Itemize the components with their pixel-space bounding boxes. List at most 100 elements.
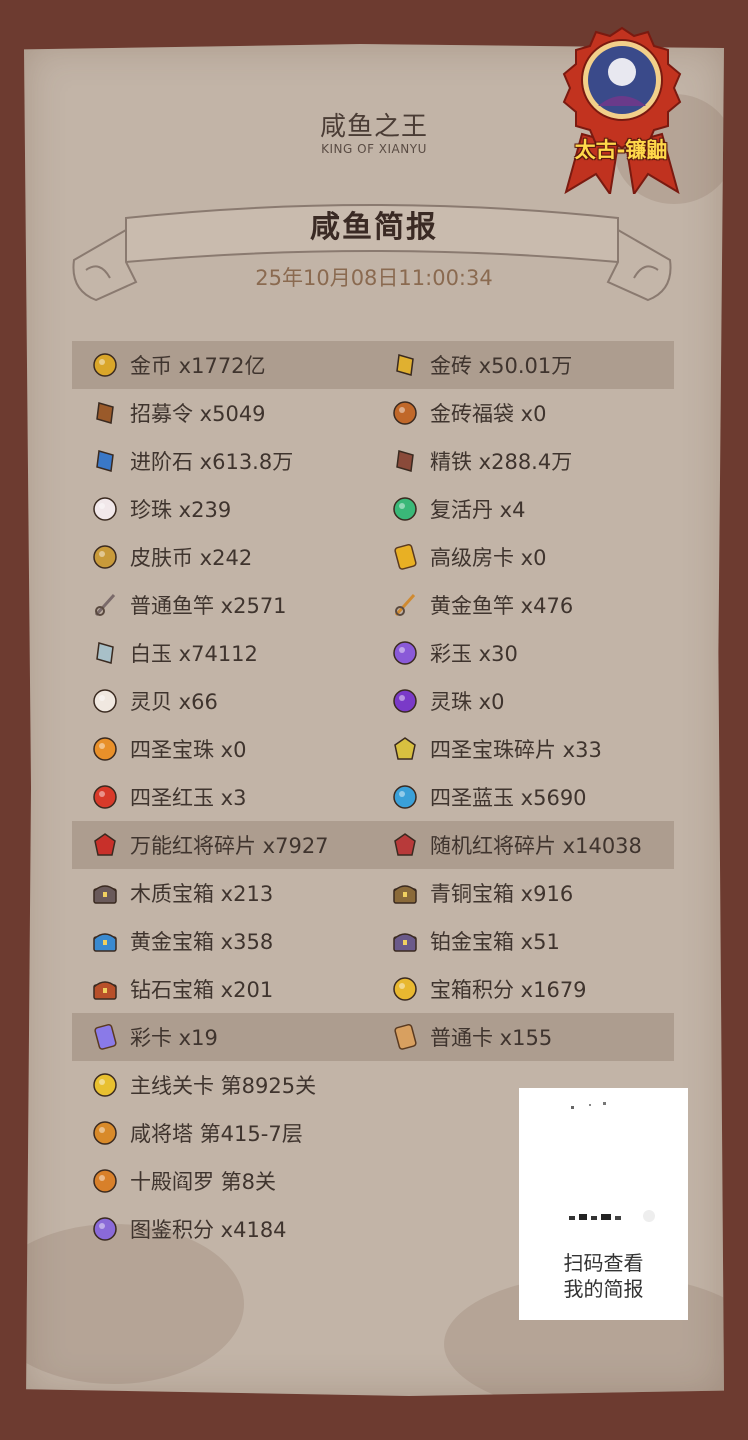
qr-code-panel[interactable]: 扫码查看 我的简报 [519, 1088, 688, 1320]
qr-caption-line1: 扫码查看 [563, 1251, 644, 1275]
qr-caption-line2: 我的简报 [563, 1277, 644, 1301]
list-row: 四圣宝珠 x0 四圣宝珠碎片 x33 [72, 725, 674, 773]
gold-brick-icon [390, 350, 420, 380]
resource-item: 钻石宝箱 x201 [90, 965, 273, 1013]
list-row: 万能红将碎片 x7927 随机红将碎片 x14038 [72, 821, 674, 869]
resource-label: 普通鱼竿 x2571 [130, 594, 287, 618]
gold-bag-icon [390, 398, 420, 428]
list-row: 白玉 x74112 彩玉 x30 [72, 629, 674, 677]
resource-item: 高级房卡 x0 [390, 533, 546, 581]
resource-label: 黄金鱼竿 x476 [430, 594, 574, 618]
resource-label: 普通卡 x155 [430, 1026, 553, 1050]
resource-label: 黄金宝箱 x358 [130, 930, 274, 954]
spirit-shell-icon [90, 686, 120, 716]
resource-item: 图鉴积分 x4184 [90, 1205, 287, 1253]
list-row: 四圣红玉 x3 四圣蓝玉 x5690 [72, 773, 674, 821]
resource-label: 图鉴积分 x4184 [130, 1218, 287, 1242]
list-row: 金币 x1772亿 金砖 x50.01万 [72, 341, 674, 389]
report-title: 咸鱼简报 [310, 210, 438, 245]
gold-coin-icon [90, 350, 120, 380]
list-row: 钻石宝箱 x201 宝箱积分 x1679 [72, 965, 674, 1013]
resource-label: 彩玉 x30 [430, 642, 518, 666]
blue-jade-icon [390, 782, 420, 812]
resource-label: 四圣蓝玉 x5690 [430, 786, 587, 810]
resource-label: 高级房卡 x0 [430, 546, 547, 570]
random-shard-icon [390, 830, 420, 860]
report-datetime: 25年10月08日11:00:34 [255, 266, 493, 290]
resource-item: 精铁 x288.4万 [390, 437, 572, 485]
resource-item: 白玉 x74112 [90, 629, 258, 677]
revive-pill-icon [390, 494, 420, 524]
color-card-icon [90, 1022, 120, 1052]
orb-shard-icon [390, 734, 420, 764]
resource-item: 进阶石 x613.8万 [90, 437, 293, 485]
resource-item: 皮肤币 x242 [90, 533, 252, 581]
resource-label: 灵珠 x0 [430, 690, 505, 714]
resource-item: 四圣蓝玉 x5690 [390, 773, 587, 821]
list-row: 灵贝 x66 灵珠 x0 [72, 677, 674, 725]
resource-label: 钻石宝箱 x201 [130, 978, 274, 1002]
holy-orb-icon [90, 734, 120, 764]
resource-label: 进阶石 x613.8万 [130, 450, 294, 474]
resource-label: 铂金宝箱 x51 [430, 930, 560, 954]
list-row: 珍珠 x239 复活丹 x4 [72, 485, 674, 533]
resource-label: 白玉 x74112 [130, 642, 258, 666]
pearl-icon [90, 494, 120, 524]
resource-item: 随机红将碎片 x14038 [390, 821, 642, 869]
resource-label: 随机红将碎片 x14038 [430, 834, 642, 858]
resource-item: 宝箱积分 x1679 [390, 965, 587, 1013]
room-card-icon [390, 542, 420, 572]
resource-label: 彩卡 x19 [130, 1026, 218, 1050]
diamond-chest-icon [90, 974, 120, 1004]
resource-label: 宝箱积分 x1679 [430, 978, 587, 1002]
main-stage-icon [90, 1070, 120, 1100]
resource-item: 木质宝箱 x213 [90, 869, 273, 917]
server-name-label: 太古-镰鼬 [574, 138, 668, 162]
list-row: 普通鱼竿 x2571 黄金鱼竿 x476 [72, 581, 674, 629]
yama-icon [90, 1166, 120, 1196]
list-row: 黄金宝箱 x358 铂金宝箱 x51 [72, 917, 674, 965]
refined-iron-icon [390, 446, 420, 476]
resource-item: 主线关卡 第8925关 [90, 1061, 316, 1109]
resource-item: 彩玉 x30 [390, 629, 518, 677]
white-jade-icon [90, 638, 120, 668]
resource-label: 金币 x1772亿 [130, 354, 266, 378]
resource-label: 四圣宝珠 x0 [130, 738, 247, 762]
resource-label: 复活丹 x4 [430, 498, 526, 522]
resource-item: 铂金宝箱 x51 [390, 917, 560, 965]
chest-points-icon [390, 974, 420, 1004]
bronze-chest-icon [390, 878, 420, 908]
wood-chest-icon [90, 878, 120, 908]
recruit-token-icon [90, 398, 120, 428]
tower-icon [90, 1118, 120, 1148]
list-row: 彩卡 x19 普通卡 x155 [72, 1013, 674, 1061]
resource-item: 普通卡 x155 [390, 1013, 552, 1061]
resource-label: 金砖福袋 x0 [430, 402, 547, 426]
resource-label: 十殿阎罗 第8关 [130, 1170, 277, 1194]
resource-label: 招募令 x5049 [130, 402, 266, 426]
resource-label: 主线关卡 第8925关 [130, 1074, 317, 1098]
resource-item: 普通鱼竿 x2571 [90, 581, 287, 629]
resource-item: 复活丹 x4 [390, 485, 525, 533]
rainbow-jade-icon [390, 638, 420, 668]
resource-label: 四圣宝珠碎片 x33 [430, 738, 602, 762]
platinum-chest-icon [390, 926, 420, 956]
skin-coin-icon [90, 542, 120, 572]
resource-label: 咸将塔 第415-7层 [130, 1122, 303, 1146]
resource-item: 万能红将碎片 x7927 [90, 821, 329, 869]
resource-label: 精铁 x288.4万 [430, 450, 573, 474]
normal-card-icon [390, 1022, 420, 1052]
resource-label: 灵贝 x66 [130, 690, 218, 714]
resource-label: 皮肤币 x242 [130, 546, 253, 570]
resource-label: 万能红将碎片 x7927 [130, 834, 329, 858]
codex-points-icon [90, 1214, 120, 1244]
resource-item: 招募令 x5049 [90, 389, 266, 437]
resource-item: 金币 x1772亿 [90, 341, 266, 389]
fishing-rod-icon [90, 590, 120, 620]
resource-item: 黄金宝箱 x358 [90, 917, 273, 965]
resource-item: 彩卡 x19 [90, 1013, 218, 1061]
advance-stone-icon [90, 446, 120, 476]
resource-item: 珍珠 x239 [90, 485, 231, 533]
resource-label: 青铜宝箱 x916 [430, 882, 574, 906]
resource-item: 青铜宝箱 x916 [390, 869, 573, 917]
